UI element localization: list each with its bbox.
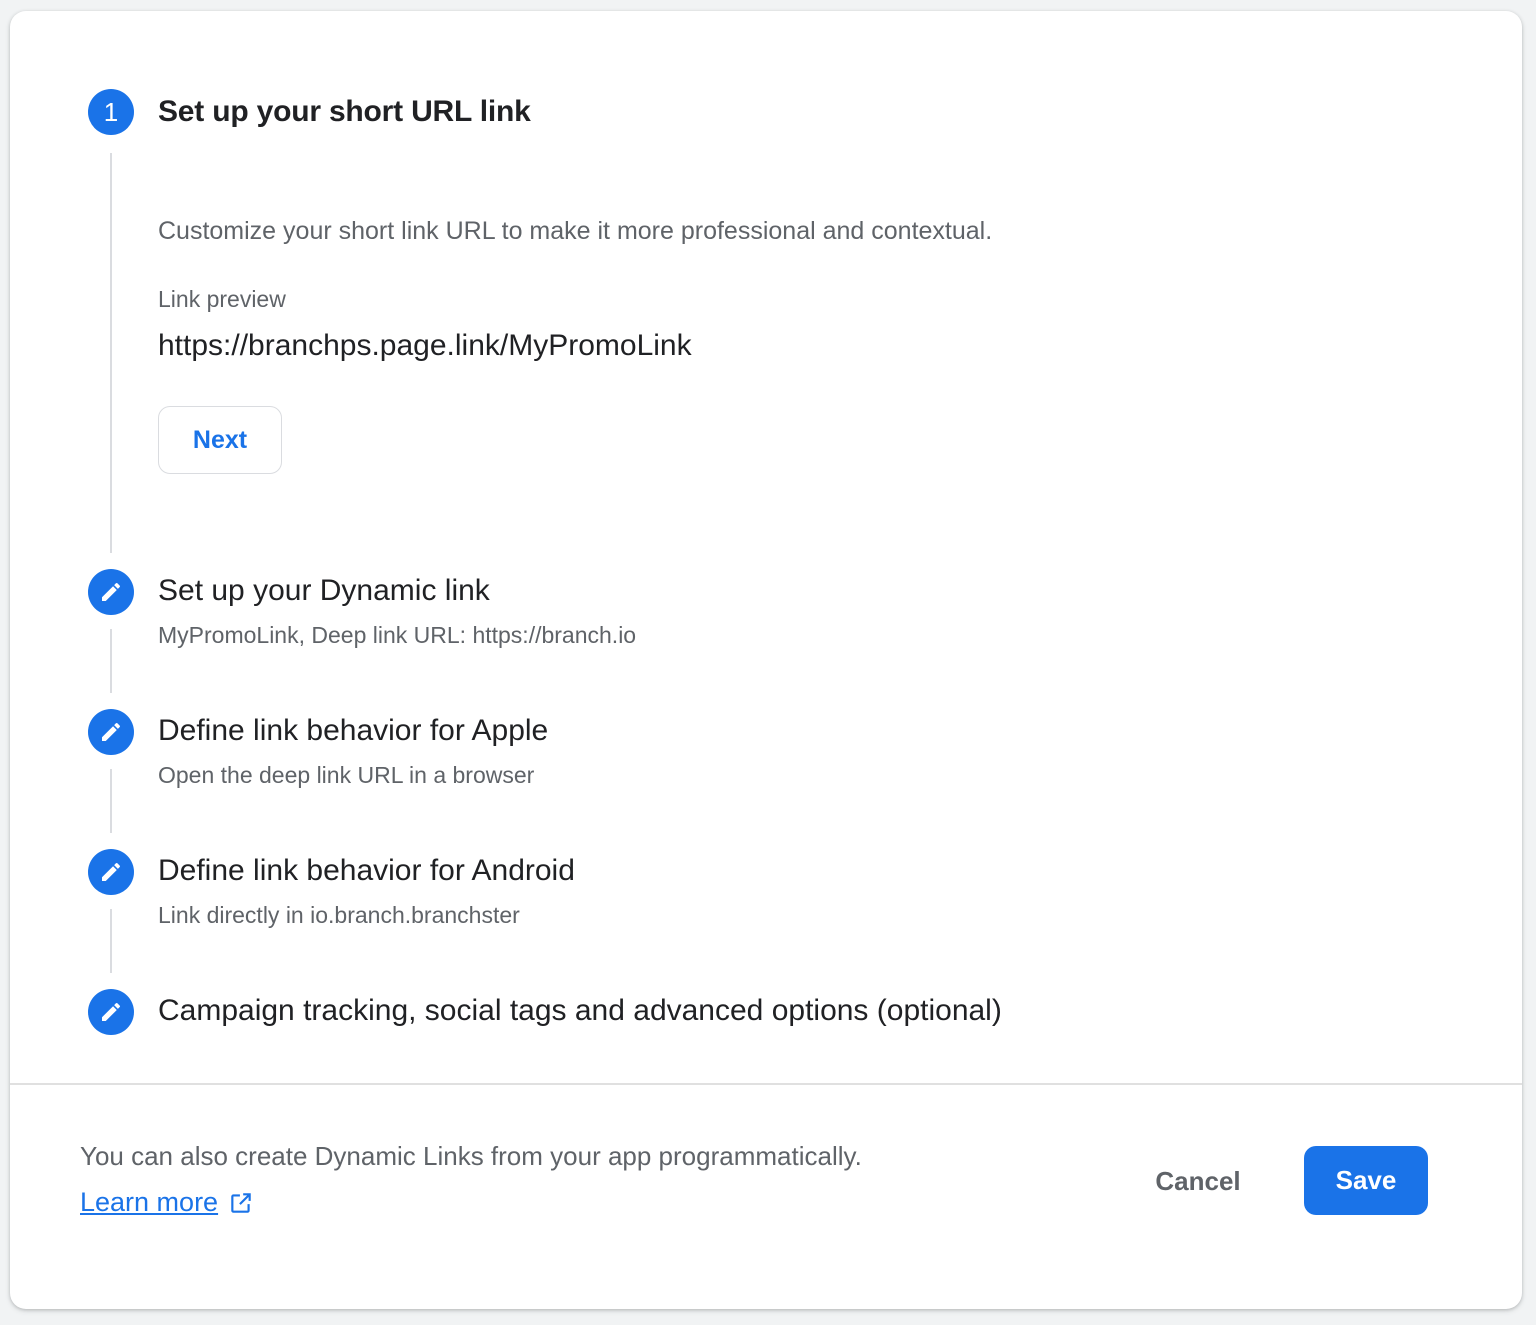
step-connector <box>110 629 112 693</box>
step-subtitle-dynamic-link: MyPromoLink, Deep link URL: https://bran… <box>158 622 637 648</box>
learn-more-link[interactable]: Learn more <box>80 1187 254 1218</box>
save-button[interactable]: Save <box>1304 1146 1428 1215</box>
step-number-badge: 1 <box>88 89 134 135</box>
step-description: Customize your short link URL to make it… <box>158 217 993 245</box>
link-preview-value: https://branchps.page.link/MyPromoLink <box>158 329 692 362</box>
dialog-card: 1 Set up your short URL link Customize y… <box>10 11 1522 1309</box>
step-title-apple[interactable]: Define link behavior for Apple <box>158 714 548 748</box>
edit-icon[interactable] <box>88 709 134 755</box>
vertical-stepper: 1 Set up your short URL link Customize y… <box>10 11 1522 1083</box>
step-subtitle-android: Link directly in io.branch.branchster <box>158 902 520 928</box>
step-connector <box>110 909 112 973</box>
step-connector <box>110 769 112 833</box>
step-connector <box>110 153 112 553</box>
edit-icon[interactable] <box>88 849 134 895</box>
link-preview-label: Link preview <box>158 286 286 312</box>
footer-info-text: You can also create Dynamic Links from y… <box>80 1141 862 1171</box>
learn-more-label: Learn more <box>80 1187 219 1217</box>
open-in-new-icon <box>231 1192 251 1213</box>
step-title-short-url[interactable]: Set up your short URL link <box>158 95 531 129</box>
next-button[interactable]: Next <box>158 406 282 474</box>
step-title-android[interactable]: Define link behavior for Android <box>158 854 575 888</box>
footer-divider <box>10 1083 1522 1085</box>
edit-icon[interactable] <box>88 989 134 1035</box>
step-title-dynamic-link[interactable]: Set up your Dynamic link <box>158 574 490 608</box>
step-number: 1 <box>103 96 119 127</box>
step-title-campaign-tracking[interactable]: Campaign tracking, social tags and advan… <box>158 994 1002 1028</box>
step-subtitle-apple: Open the deep link URL in a browser <box>158 762 535 788</box>
cancel-button[interactable]: Cancel <box>1138 1147 1258 1215</box>
edit-icon[interactable] <box>88 569 134 615</box>
